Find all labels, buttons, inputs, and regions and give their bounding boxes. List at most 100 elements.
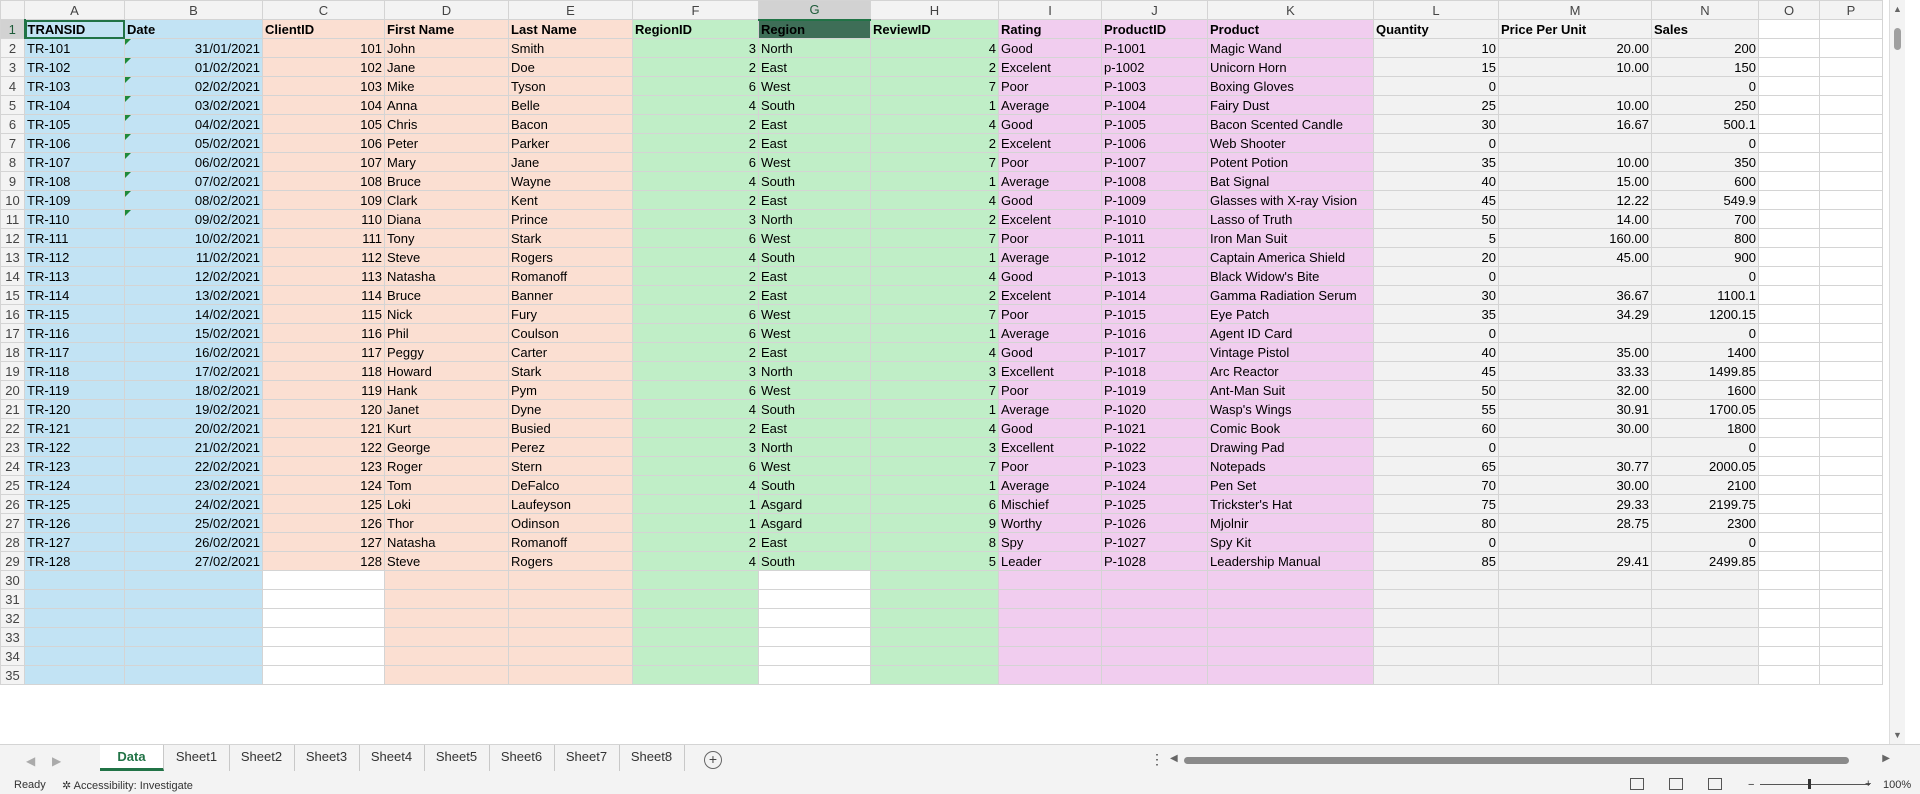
vertical-ellipsis-icon[interactable]: ⋮: [1150, 751, 1164, 768]
cell-l[interactable]: 85: [1373, 551, 1499, 571]
cell-c[interactable]: 114: [262, 285, 385, 305]
cell-j[interactable]: P-1005: [1101, 114, 1208, 134]
cell-n[interactable]: 2100: [1651, 475, 1759, 495]
tab-sheet4[interactable]: Sheet4: [359, 745, 425, 771]
cell-e[interactable]: Prince: [508, 209, 633, 229]
cell-c[interactable]: 106: [262, 133, 385, 153]
header-cell-l[interactable]: Quantity: [1373, 19, 1499, 39]
cell-i[interactable]: Excelent: [998, 285, 1102, 305]
row-header[interactable]: 30: [0, 570, 25, 590]
cell-d[interactable]: Thor: [384, 513, 509, 533]
cell-k[interactable]: Black Widow's Bite: [1207, 266, 1374, 286]
column-header-f[interactable]: F: [632, 0, 759, 20]
cell-c[interactable]: 105: [262, 114, 385, 134]
cell-f[interactable]: 4: [632, 551, 759, 571]
cell-b[interactable]: 03/02/2021: [124, 95, 263, 115]
cell-j[interactable]: P-1022: [1101, 437, 1208, 457]
cell-j[interactable]: P-1023: [1101, 456, 1208, 476]
cell-b[interactable]: 18/02/2021: [124, 380, 263, 400]
cell-o[interactable]: [1758, 285, 1820, 305]
cell-p[interactable]: [1819, 209, 1883, 229]
cell-h[interactable]: 1: [870, 171, 999, 191]
cell-o[interactable]: [1758, 551, 1820, 571]
cell-h[interactable]: 1: [870, 475, 999, 495]
cell-g[interactable]: West: [758, 380, 871, 400]
cell-a[interactable]: TR-106: [24, 133, 125, 153]
cell-d[interactable]: Tom: [384, 475, 509, 495]
cell-h[interactable]: 7: [870, 152, 999, 172]
cell-h[interactable]: [870, 646, 999, 666]
page-break-preview-icon[interactable]: [1708, 778, 1723, 790]
row-header[interactable]: 5: [0, 95, 25, 115]
cell-d[interactable]: Diana: [384, 209, 509, 229]
cell-a[interactable]: TR-125: [24, 494, 125, 514]
cell-h[interactable]: 4: [870, 418, 999, 438]
header-cell-c[interactable]: ClientID: [262, 19, 385, 39]
cell-m[interactable]: 28.75: [1498, 513, 1652, 533]
cell-f[interactable]: 2: [632, 418, 759, 438]
cell-i[interactable]: Average: [998, 323, 1102, 343]
cell-l[interactable]: 0: [1373, 76, 1499, 96]
cell-c[interactable]: 102: [262, 57, 385, 77]
scroll-left-icon[interactable]: ◀: [1170, 753, 1178, 764]
cell-n[interactable]: 800: [1651, 228, 1759, 248]
cell-j[interactable]: P-1025: [1101, 494, 1208, 514]
cell-b[interactable]: [124, 665, 263, 685]
cell-n[interactable]: 0: [1651, 437, 1759, 457]
cell-k[interactable]: Potent Potion: [1207, 152, 1374, 172]
cell-d[interactable]: [384, 570, 509, 590]
cell-a[interactable]: TR-116: [24, 323, 125, 343]
row-header[interactable]: 28: [0, 532, 25, 552]
cell-g[interactable]: South: [758, 475, 871, 495]
cell-a[interactable]: TR-124: [24, 475, 125, 495]
column-header-p[interactable]: P: [1819, 0, 1883, 20]
cell-l[interactable]: 45: [1373, 361, 1499, 381]
cell-m[interactable]: 29.41: [1498, 551, 1652, 571]
cell-i[interactable]: Excellent: [998, 437, 1102, 457]
cell-d[interactable]: Howard: [384, 361, 509, 381]
cell-a[interactable]: TR-110: [24, 209, 125, 229]
cell-g[interactable]: West: [758, 228, 871, 248]
column-header-h[interactable]: H: [870, 0, 999, 20]
cell-a[interactable]: [24, 570, 125, 590]
cell-n[interactable]: [1651, 608, 1759, 628]
column-header-d[interactable]: D: [384, 0, 509, 20]
cell-o[interactable]: [1758, 589, 1820, 609]
cell-o[interactable]: [1758, 418, 1820, 438]
row-header[interactable]: 24: [0, 456, 25, 476]
cell-p[interactable]: [1819, 418, 1883, 438]
cell-n[interactable]: 1600: [1651, 380, 1759, 400]
cell-k[interactable]: Spy Kit: [1207, 532, 1374, 552]
cell-o[interactable]: [1758, 304, 1820, 324]
cell-b[interactable]: 05/02/2021: [124, 133, 263, 153]
cell-c[interactable]: 103: [262, 76, 385, 96]
cell-l[interactable]: 40: [1373, 171, 1499, 191]
cell-f[interactable]: [632, 589, 759, 609]
header-cell-g[interactable]: Region: [758, 19, 871, 39]
cell-g[interactable]: East: [758, 133, 871, 153]
cell-p[interactable]: [1819, 38, 1883, 58]
cell-p[interactable]: [1819, 133, 1883, 153]
cell-j[interactable]: P-1010: [1101, 209, 1208, 229]
cell-l[interactable]: 10: [1373, 38, 1499, 58]
cell-h[interactable]: [870, 608, 999, 628]
header-cell-o[interactable]: [1758, 19, 1820, 39]
cell-f[interactable]: 2: [632, 57, 759, 77]
cell-p[interactable]: [1819, 114, 1883, 134]
cell-l[interactable]: 0: [1373, 133, 1499, 153]
cell-h[interactable]: [870, 665, 999, 685]
cell-d[interactable]: Anna: [384, 95, 509, 115]
cell-b[interactable]: 13/02/2021: [124, 285, 263, 305]
cell-k[interactable]: [1207, 589, 1374, 609]
row-header[interactable]: 26: [0, 494, 25, 514]
tab-sheet6[interactable]: Sheet6: [489, 745, 555, 771]
normal-view-icon[interactable]: [1630, 778, 1644, 790]
cell-f[interactable]: [632, 627, 759, 647]
cell-l[interactable]: [1373, 627, 1499, 647]
column-header-n[interactable]: N: [1651, 0, 1759, 20]
cell-c[interactable]: [262, 608, 385, 628]
cell-d[interactable]: Hank: [384, 380, 509, 400]
cell-h[interactable]: 1: [870, 399, 999, 419]
cell-a[interactable]: TR-113: [24, 266, 125, 286]
cell-d[interactable]: Loki: [384, 494, 509, 514]
